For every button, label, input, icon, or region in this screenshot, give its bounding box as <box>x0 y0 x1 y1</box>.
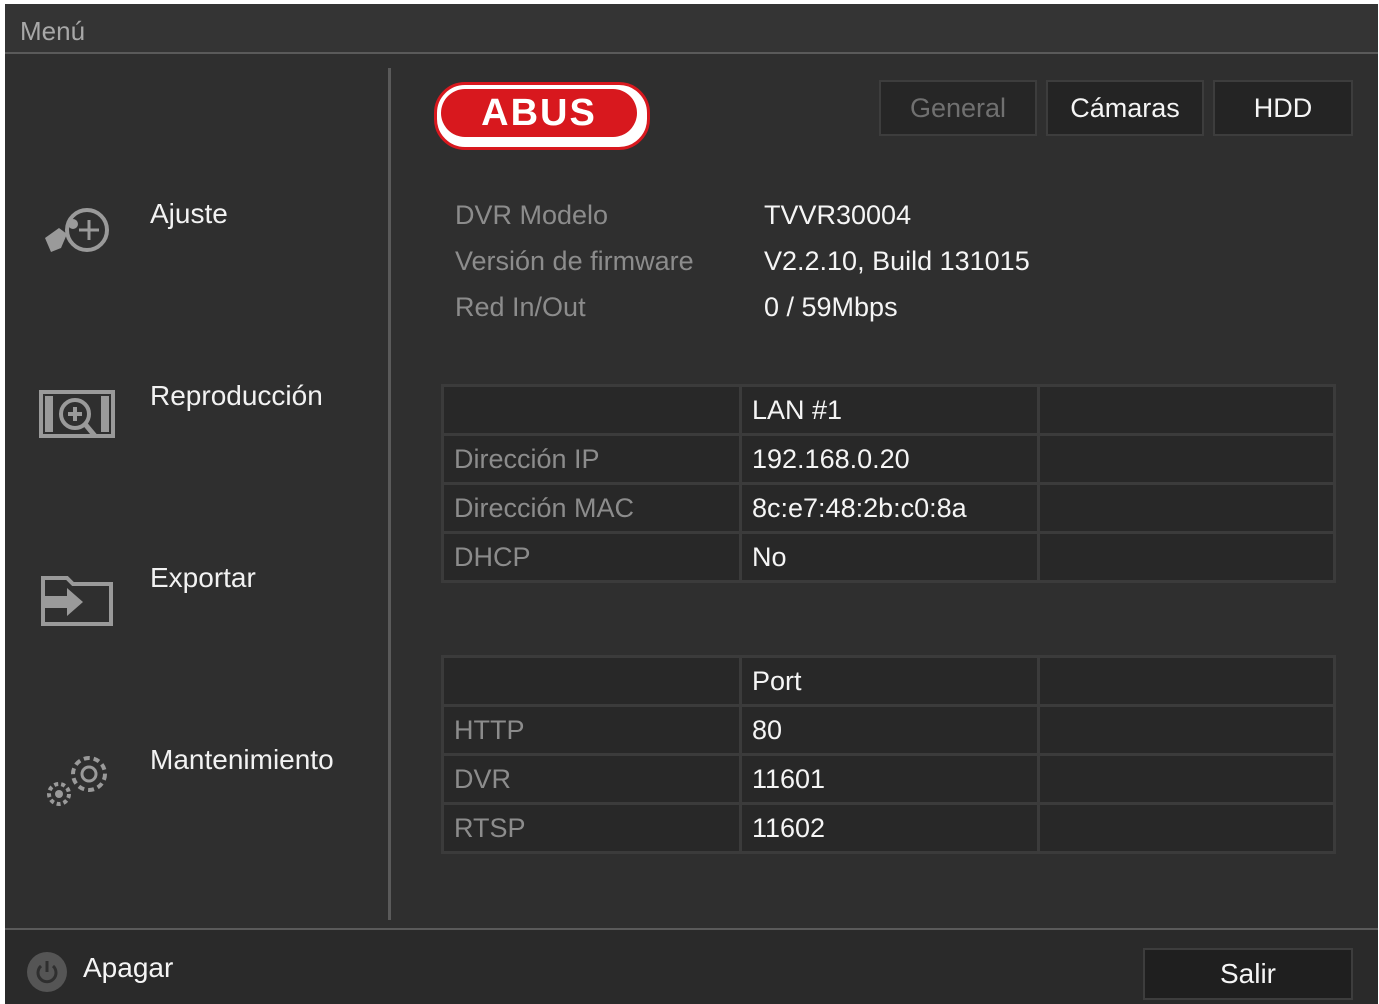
sidebar-item-ajuste[interactable]: Ajuste <box>5 198 388 288</box>
sidebar-item-reproduccion[interactable]: Reproducción <box>5 380 388 470</box>
table-row: Dirección IP 192.168.0.20 <box>441 433 1336 485</box>
table-cell: 8c:e7:48:2b:c0:8a <box>739 482 1040 534</box>
table-cell: Dirección MAC <box>441 482 742 534</box>
table-cell: 11601 <box>739 753 1040 805</box>
table-cell: Dirección IP <box>441 433 742 485</box>
window-title: Menú <box>20 16 86 46</box>
info-key: DVR Modelo <box>455 200 609 230</box>
table-cell <box>1037 433 1336 485</box>
logo-text: ABUS <box>441 89 637 137</box>
settings-icon <box>37 198 117 268</box>
sidebar-item-label: Ajuste <box>150 198 228 229</box>
abus-logo: ABUS <box>434 82 650 150</box>
tab-camaras[interactable]: Cámaras <box>1046 80 1204 136</box>
power-button[interactable] <box>27 952 67 992</box>
lan-table: LAN #1 Dirección IP 192.168.0.20 Direcci… <box>441 384 1336 583</box>
info-value: 0 / 59Mbps <box>764 292 898 322</box>
table-cell: DHCP <box>441 531 742 583</box>
table-row: Dirección MAC 8c:e7:48:2b:c0:8a <box>441 482 1336 534</box>
dvr-menu-window: Menú Ajuste Reproducción Exportar Manten… <box>5 4 1378 1004</box>
table-cell: RTSP <box>441 802 742 854</box>
maintenance-icon <box>37 744 117 814</box>
sidebar-item-label: Mantenimiento <box>150 744 334 775</box>
table-cell <box>1037 531 1336 583</box>
playback-icon <box>37 380 117 450</box>
sidebar-divider <box>388 68 391 920</box>
power-off-label[interactable]: Apagar <box>83 952 173 984</box>
tab-general[interactable]: General <box>879 80 1037 136</box>
info-value: TVVR30004 <box>764 200 912 230</box>
exit-button[interactable]: Salir <box>1143 948 1353 1000</box>
info-key: Versión de firmware <box>455 246 694 276</box>
table-row: HTTP 80 <box>441 704 1336 756</box>
table-cell: 11602 <box>739 802 1040 854</box>
sidebar-item-label: Exportar <box>150 562 256 593</box>
sidebar-item-exportar[interactable]: Exportar <box>5 562 388 652</box>
table-header-row: Port <box>441 655 1336 707</box>
table-row: DHCP No <box>441 531 1336 583</box>
table-header-row: LAN #1 <box>441 384 1336 436</box>
sidebar-item-label: Reproducción <box>150 380 323 411</box>
sidebar-item-mantenimiento[interactable]: Mantenimiento <box>5 744 388 834</box>
table-row: DVR 11601 <box>441 753 1336 805</box>
port-table: Port HTTP 80 DVR 11601 RTSP 11602 <box>441 655 1336 854</box>
table-cell <box>1037 482 1336 534</box>
title-bar: Menú <box>5 4 1378 54</box>
table-cell: Port <box>739 655 1040 707</box>
table-cell <box>441 655 742 707</box>
info-value: V2.2.10, Build 131015 <box>764 246 1030 276</box>
table-cell: HTTP <box>441 704 742 756</box>
table-cell <box>1037 655 1336 707</box>
table-cell <box>1037 384 1336 436</box>
power-icon <box>36 961 58 984</box>
table-cell <box>1037 753 1336 805</box>
table-row: RTSP 11602 <box>441 802 1336 854</box>
table-cell <box>1037 704 1336 756</box>
table-cell: DVR <box>441 753 742 805</box>
table-cell: LAN #1 <box>739 384 1040 436</box>
table-cell: No <box>739 531 1040 583</box>
bottom-bar: Apagar Salir <box>5 928 1378 1004</box>
table-cell: 192.168.0.20 <box>739 433 1040 485</box>
table-cell <box>1037 802 1336 854</box>
export-icon <box>37 562 117 632</box>
tab-hdd[interactable]: HDD <box>1213 80 1353 136</box>
table-cell: 80 <box>739 704 1040 756</box>
table-cell <box>441 384 742 436</box>
info-key: Red In/Out <box>455 292 586 322</box>
